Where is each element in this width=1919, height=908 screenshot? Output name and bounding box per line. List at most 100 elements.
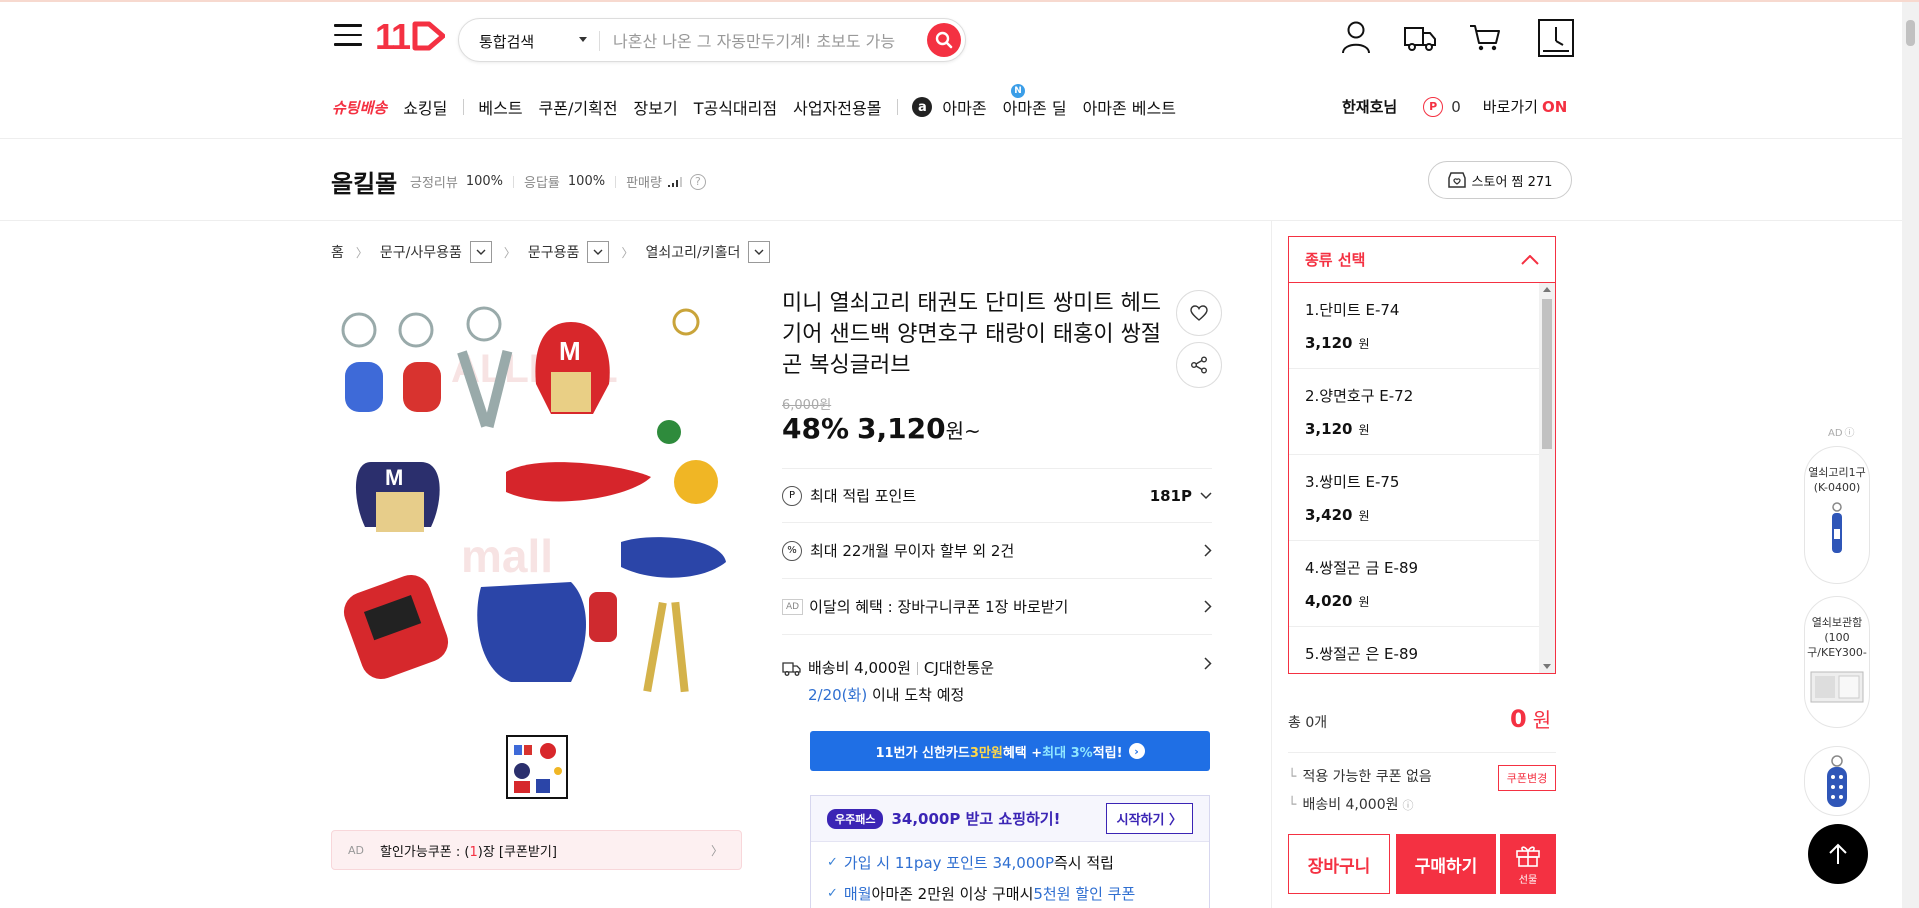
site-logo[interactable]: 11 [375, 18, 445, 54]
ad-card[interactable]: 열쇠고리1구(K-0400) [1804, 446, 1870, 584]
store-fav-button[interactable]: 스토어 찜 271 [1428, 161, 1572, 199]
point-label: 최대 적립 포인트 [810, 487, 917, 505]
cart-icon[interactable] [1468, 20, 1502, 54]
chevron-down-icon[interactable] [469, 241, 492, 263]
search-input[interactable] [613, 28, 913, 54]
option-name: 2.양면호구 E-72 [1305, 387, 1414, 405]
chevron-right-icon: 〉 [621, 245, 634, 260]
gift-label: 선물 [1518, 874, 1538, 886]
card-banner-text: 적립! [1092, 745, 1123, 761]
nav-item-amazon[interactable]: 아마존 [942, 95, 986, 119]
installment-row[interactable]: % 최대 22개월 무이자 할부 외 2건 [782, 522, 1212, 578]
keyring-holder-icon [1827, 755, 1847, 807]
option-scrollbar[interactable] [1539, 283, 1555, 673]
coupon-change-button[interactable]: 쿠폰변경 [1498, 765, 1556, 791]
option-price-line: 3,120 원 [1305, 334, 1525, 352]
nav-item-amazon-best[interactable]: 아마존 베스트 [1083, 95, 1176, 119]
ad-card[interactable] [1804, 746, 1870, 816]
user-name[interactable]: 한재호님 [1342, 96, 1397, 117]
scroll-top-button[interactable] [1808, 824, 1868, 884]
nav-shooting-delivery[interactable]: 슈팅배송 [332, 97, 387, 118]
benefit-row[interactable]: AD 이달의 혜택 : 장바구니쿠폰 1장 바로받기 [782, 578, 1212, 634]
my-page-icon[interactable] [1340, 20, 1374, 54]
delivery-truck-icon[interactable] [1403, 20, 1437, 54]
chevron-right-icon: 〉 [503, 245, 516, 260]
info-icon[interactable]: ⓘ [1403, 799, 1414, 812]
shipping-row[interactable]: 배송비 4,000원 CJ대한통운 2/20(화) 이내 도착 예정 [782, 634, 1212, 710]
scrollbar-thumb[interactable] [1906, 20, 1915, 46]
nav-item-coupon[interactable]: 쿠폰/기획전 [539, 95, 618, 119]
store-name[interactable]: 올킬몰 [331, 164, 397, 199]
breadcrumb-item[interactable]: 문구/사무용품 [380, 242, 462, 262]
option-select-box: 종류 선택 1.단미트 E-74 3,120 원 2.양면호구 E-72 3,12… [1288, 236, 1556, 674]
option-header[interactable]: 종류 선택 [1289, 237, 1555, 283]
chevron-right-icon: 〉 [710, 843, 723, 858]
help-icon[interactable]: ? [689, 173, 706, 190]
ad-card-title: 열쇠보관함(100구/KEY300- [1807, 616, 1867, 659]
option-won: 원 [1358, 595, 1370, 609]
chevron-right-icon [1204, 544, 1212, 557]
recent-view-icon[interactable] [1538, 19, 1574, 57]
breadcrumb-item[interactable]: 열쇠고리/키홀더 [645, 242, 740, 262]
original-price: 6,000원 [782, 398, 832, 413]
option-list: 1.단미트 E-74 3,120 원 2.양면호구 E-72 3,120 원 3.쌍… [1289, 283, 1541, 673]
direct-on-label: ON [1541, 98, 1568, 116]
scroll-up-icon[interactable] [1543, 287, 1551, 292]
heart-icon [1190, 305, 1208, 321]
nav-item-shocking-deal[interactable]: 쇼킹딜 [403, 95, 447, 119]
store-fav-label: 스토어 찜 271 [1471, 174, 1553, 190]
option-won: 원 [1358, 423, 1370, 437]
chevron-right-icon: › [1128, 743, 1145, 759]
shipping-line1: 배송비 4,000원 CJ대한통운 [808, 657, 994, 678]
card-banner-highlight: 3만원 [969, 745, 1003, 761]
direct-link[interactable]: 바로가기 ON [1483, 96, 1568, 117]
breadcrumb-home[interactable]: 홈 [331, 242, 344, 262]
option-item[interactable]: 3.쌍미트 E-75 3,420 원 [1289, 455, 1541, 541]
nav-item-t-official[interactable]: T공식대리점 [694, 95, 777, 119]
nav-item-best[interactable]: 베스트 [478, 95, 522, 119]
product-thumbnail[interactable] [506, 735, 568, 799]
chevron-down-icon[interactable] [748, 241, 771, 263]
card-benefit-banner[interactable]: 11번가 신한카드 3만원 혜택 + 최대 3% 적립! › [810, 731, 1210, 771]
nav-item-amazon-deal[interactable]: 아마존 딜 [1003, 95, 1067, 119]
search-category-select[interactable]: 통합검색 [479, 31, 534, 52]
option-name: 5.쌍절곤 은 E-89 [1305, 645, 1419, 663]
point-value[interactable]: 0 [1451, 98, 1461, 116]
option-item[interactable]: 5.쌍절곤 은 E-89 [1289, 627, 1541, 673]
coupon-bar[interactable]: AD 할인가능쿠폰 : (1)장 [쿠폰받기] 〉 [331, 830, 742, 870]
option-price-line: 4,020 원 [1305, 592, 1525, 610]
buy-button[interactable]: 구매하기 [1396, 834, 1496, 894]
option-item[interactable]: 2.양면호구 E-72 3,120 원 [1289, 369, 1541, 455]
option-item[interactable]: 4.쌍절곤 금 E-89 4,020 원 [1289, 541, 1541, 627]
nav-item-business[interactable]: 사업자전용몰 [793, 95, 881, 119]
info-icon[interactable]: ⓘ [1845, 428, 1855, 439]
product-image[interactable]: ALLKILL mall M M [331, 302, 741, 712]
search-button[interactable] [927, 23, 961, 57]
point-row[interactable]: P 최대 적립 포인트 181P [782, 468, 1212, 522]
uju-start-button[interactable]: 시작하기 〉 [1105, 803, 1193, 834]
option-item[interactable]: 1.단미트 E-74 3,120 원 [1289, 283, 1541, 369]
shipping-line2: 2/20(화) 이내 도착 예정 [808, 684, 994, 705]
gift-button[interactable]: 선물 [1500, 834, 1556, 894]
share-button[interactable] [1176, 342, 1222, 388]
add-to-cart-button[interactable]: 장바구니 [1288, 834, 1390, 894]
nav-item-grocery[interactable]: 장보기 [634, 95, 678, 119]
chevron-down-icon[interactable] [579, 37, 587, 42]
scrollbar-thumb[interactable] [1542, 299, 1552, 449]
scroll-down-icon[interactable] [1543, 664, 1551, 669]
chevron-down-icon[interactable] [587, 241, 610, 263]
new-badge: N [1011, 84, 1025, 98]
option-price-line: 3,420 원 [1305, 506, 1525, 524]
price-line: 48% 3,120 원~ [782, 412, 981, 445]
shipping-texts: 배송비 4,000원 CJ대한통운 2/20(화) 이내 도착 예정 [808, 657, 994, 705]
menu-icon[interactable] [334, 24, 362, 48]
ad-card[interactable]: 열쇠보관함(100구/KEY300- [1804, 596, 1870, 728]
uju-pass-box: 우주패스 34,000P 받고 쇼핑하기! 시작하기 〉 ✓ 가입 시 11pa… [810, 795, 1210, 908]
benefit-label: 이달의 혜택 : 장바구니쿠폰 1장 바로받기 [809, 598, 1069, 616]
breadcrumb-item[interactable]: 문구용품 [528, 242, 580, 262]
product-title: 미니 열쇠고리 태권도 단미트 쌍미트 헤드기어 샌드백 양면호구 태랑이 태홍… [782, 291, 1162, 378]
page-scrollbar[interactable] [1902, 2, 1919, 908]
wishlist-button[interactable] [1176, 290, 1222, 336]
shipping-date: 2/20(화) [808, 686, 868, 704]
coupon-status: └ 적용 가능한 쿠폰 없음 [1288, 766, 1432, 786]
